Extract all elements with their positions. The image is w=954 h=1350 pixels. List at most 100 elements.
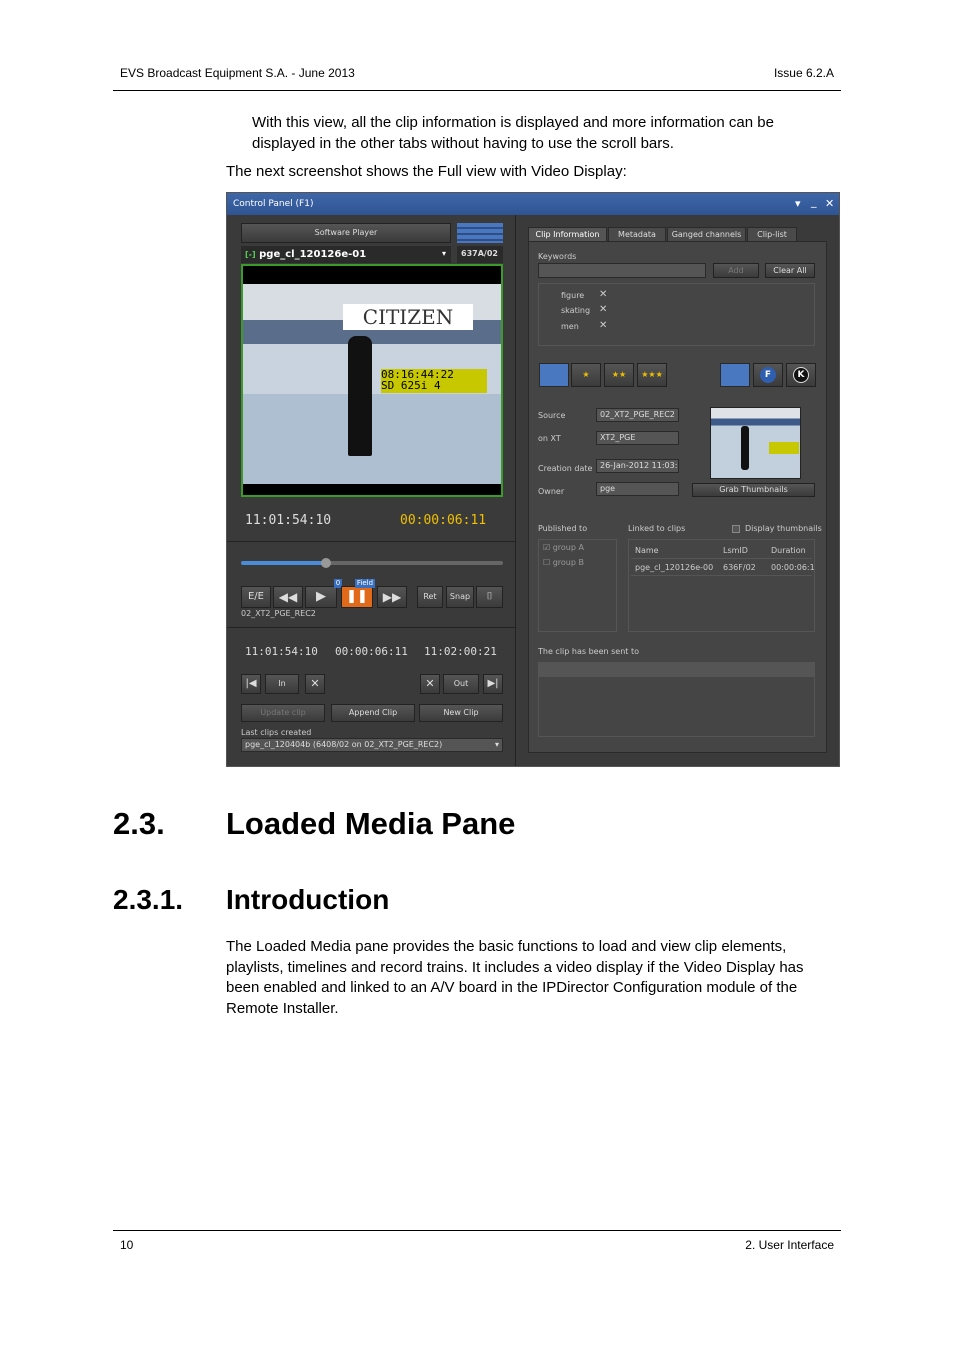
ret-button[interactable]: Ret bbox=[417, 586, 443, 608]
column-duration: Duration bbox=[771, 546, 806, 555]
cell-lsmid: 636F/02 bbox=[723, 563, 756, 572]
snap-button[interactable]: Snap bbox=[446, 586, 474, 608]
tab-metadata[interactable]: Metadata bbox=[608, 227, 666, 242]
thumbnail-overlay bbox=[769, 442, 799, 454]
thumbnail-skater bbox=[741, 426, 749, 470]
tab-clip-list[interactable]: Clip-list bbox=[747, 227, 797, 242]
clip-name: pge_cl_120126e-01 bbox=[259, 249, 367, 260]
f-badge-icon: F bbox=[760, 367, 776, 383]
divider bbox=[227, 541, 515, 542]
keyword-list: figure ✕ skating ✕ men ✕ bbox=[538, 283, 815, 346]
table-header: Name LsmID Duration bbox=[631, 542, 812, 559]
control-panel-screenshot: Control Panel (F1) ▾ _ ✕ Software Player… bbox=[226, 192, 840, 767]
in-button[interactable]: In bbox=[265, 674, 299, 694]
keywords-label: Keywords bbox=[538, 252, 577, 261]
k-badge-button[interactable]: K bbox=[786, 363, 816, 387]
new-clip-button[interactable]: New Clip bbox=[419, 704, 503, 722]
camera-icon[interactable]: ⌷ bbox=[476, 586, 503, 608]
footer-chapter: 2. User Interface bbox=[745, 1238, 834, 1252]
minimize-icon[interactable]: _ bbox=[811, 195, 817, 208]
intro-paragraph: With this view, all the clip information… bbox=[252, 114, 774, 152]
thumbnail-image bbox=[710, 407, 801, 479]
group-item[interactable]: ☐ group B bbox=[543, 558, 584, 567]
creation-date-label: Creation date bbox=[538, 464, 593, 473]
on-xt-label: on XT bbox=[538, 434, 561, 443]
divider bbox=[227, 627, 515, 628]
remove-keyword-icon[interactable]: ✕ bbox=[599, 320, 607, 331]
clear-out-icon[interactable]: ✕ bbox=[420, 674, 440, 694]
ee-button[interactable]: E/E bbox=[241, 586, 271, 608]
remove-keyword-icon[interactable]: ✕ bbox=[599, 304, 607, 315]
published-to-label: Published to bbox=[538, 524, 588, 533]
window-title: Control Panel (F1) bbox=[233, 199, 314, 209]
linked-clips-table: Name LsmID Duration pge_cl_120126e-00 63… bbox=[628, 539, 815, 632]
body-paragraph: The Loaded Media pane provides the basic… bbox=[226, 938, 804, 1017]
grab-thumbnails-button[interactable]: Grab Thumbnails bbox=[692, 483, 815, 497]
color-button[interactable] bbox=[720, 363, 750, 387]
remove-keyword-icon[interactable]: ✕ bbox=[599, 289, 607, 300]
figure-caption: The next screenshot shows the Full view … bbox=[226, 163, 627, 180]
rating-three-stars[interactable]: ★★★ bbox=[637, 363, 667, 387]
owner-field[interactable]: pge bbox=[596, 482, 679, 496]
source-label: 02_XT2_PGE_REC2 bbox=[241, 609, 316, 618]
update-clip-button[interactable]: Update clip bbox=[241, 704, 325, 722]
tab-clip-information[interactable]: Clip Information bbox=[528, 227, 607, 242]
append-clip-button[interactable]: Append Clip bbox=[331, 704, 415, 722]
goto-out-icon[interactable]: ▶| bbox=[483, 674, 503, 694]
clip-selector[interactable]: [-] pge_cl_120126e-01 ▾ bbox=[241, 246, 451, 263]
last-clips-label: Last clips created bbox=[241, 728, 312, 737]
header-right: Issue 6.2.A bbox=[773, 66, 834, 80]
keyword-input[interactable] bbox=[538, 263, 706, 278]
column-lsmid: LsmID bbox=[723, 546, 748, 555]
slider-handle[interactable] bbox=[321, 558, 331, 568]
clip-marker-icon: [-] bbox=[245, 250, 256, 259]
window-menu-icon[interactable]: ▾ bbox=[795, 197, 801, 210]
layout-toggle-icon[interactable] bbox=[457, 223, 503, 243]
rewind-icon[interactable]: ◀◀ bbox=[273, 586, 303, 608]
goto-in-icon[interactable]: |◀ bbox=[241, 674, 261, 694]
section-title: Loaded Media Pane bbox=[226, 806, 516, 841]
rating-one-star[interactable]: ★ bbox=[571, 363, 601, 387]
on-xt-field: XT2_PGE bbox=[596, 431, 679, 445]
timecode-current: 11:01:54:10 bbox=[245, 513, 332, 528]
cell-duration: 00:00:06:1 bbox=[771, 563, 815, 572]
column-name: Name bbox=[635, 546, 659, 555]
last-clip-value: pge_cl_120404b (6408/02 on 02_XT2_PGE_RE… bbox=[245, 740, 443, 749]
cell-name: pge_cl_120126e-00 bbox=[635, 563, 714, 572]
keyword-item: skating bbox=[561, 306, 591, 315]
pause-icon[interactable]: ❚❚ bbox=[341, 586, 373, 608]
rating-two-stars[interactable]: ★★ bbox=[604, 363, 634, 387]
close-icon[interactable]: ✕ bbox=[825, 197, 834, 210]
overlay-standard: SD 625i 4 bbox=[381, 379, 441, 392]
group-item[interactable]: ☑ group A bbox=[543, 543, 584, 552]
tc-duration: 00:00:06:11 bbox=[335, 645, 408, 658]
published-groups-list: ☑ group A ☐ group B bbox=[538, 539, 617, 632]
fast-forward-icon[interactable]: ▶▶ bbox=[377, 586, 407, 608]
display-thumbnails-label: Display thumbnails bbox=[745, 524, 822, 533]
sent-to-header bbox=[539, 663, 814, 677]
last-clips-select[interactable]: pge_cl_120404b (6408/02 on 02_XT2_PGE_RE… bbox=[241, 738, 503, 752]
chevron-down-icon: ▾ bbox=[441, 249, 446, 258]
add-keyword-button[interactable]: Add bbox=[713, 263, 759, 278]
linked-to-clips-label: Linked to clips bbox=[628, 524, 686, 533]
f-badge-button[interactable]: F bbox=[753, 363, 783, 387]
display-thumbnails-checkbox[interactable] bbox=[732, 525, 740, 533]
rating-none-button[interactable] bbox=[539, 363, 569, 387]
header-left: EVS Broadcast Equipment S.A. - June 2013 bbox=[120, 66, 355, 80]
creation-date-field: 26-Jan-2012 11:03:1 bbox=[596, 459, 679, 473]
source-field: 02_XT2_PGE_REC2 bbox=[596, 408, 679, 422]
clear-in-icon[interactable]: ✕ bbox=[305, 674, 325, 694]
clear-all-button[interactable]: Clear All bbox=[765, 263, 815, 278]
k-badge-icon: K bbox=[793, 367, 809, 383]
tc-out: 11:02:00:21 bbox=[424, 645, 497, 658]
play-icon[interactable]: ▶ bbox=[305, 586, 337, 608]
pane-splitter[interactable] bbox=[515, 215, 516, 766]
tab-ganged-channels[interactable]: Ganged channels bbox=[667, 227, 746, 242]
out-button[interactable]: Out bbox=[443, 674, 479, 694]
table-row[interactable]: pge_cl_120126e-00 636F/02 00:00:06:1 bbox=[631, 559, 815, 576]
subsection-number: 2.3.1. bbox=[113, 884, 184, 915]
position-slider[interactable] bbox=[241, 561, 503, 565]
video-display[interactable]: CITIZEN 08:16:44:22 SD 625i 4 bbox=[241, 264, 503, 497]
software-player-button[interactable]: Software Player bbox=[241, 223, 451, 243]
skater-figure bbox=[348, 336, 372, 456]
